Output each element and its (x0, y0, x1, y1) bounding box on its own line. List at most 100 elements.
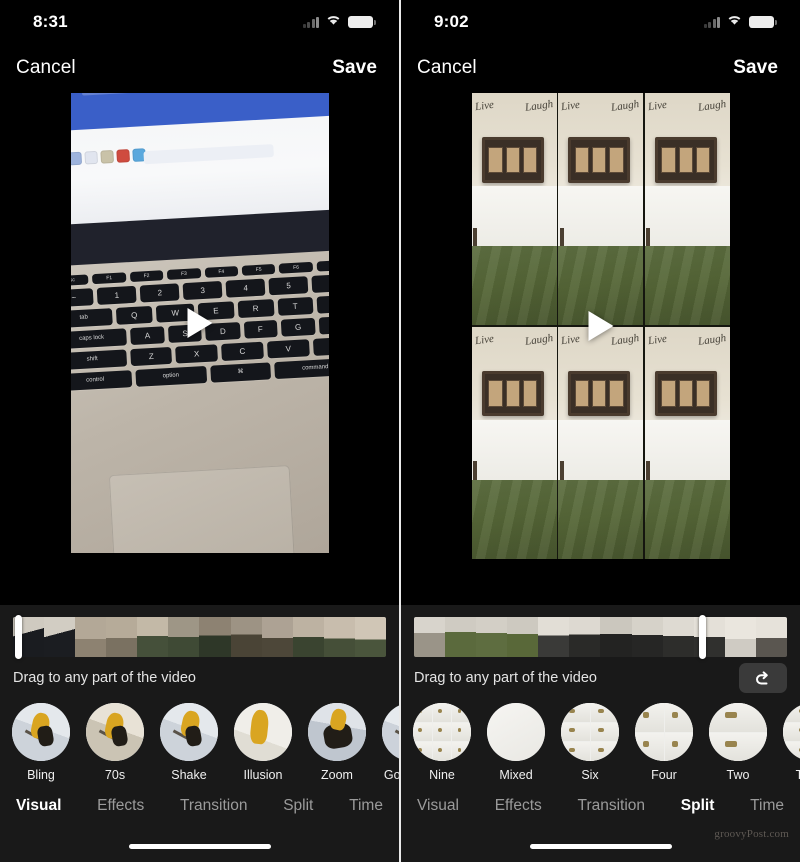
filter-thumbnail (382, 703, 399, 761)
status-time: 9:02 (434, 12, 469, 31)
home-indicator-area-left (0, 830, 399, 862)
filter-label: Two (726, 768, 750, 782)
filter-label: 70s (104, 768, 126, 782)
filter-item[interactable]: 70s (84, 703, 146, 782)
video-frame[interactable]: escF1F2F3F4F5F6F7 ~123456 tabQWERTY caps… (70, 93, 329, 553)
filter-item[interactable]: Illusion (232, 703, 294, 782)
filter-item[interactable]: Gold Pow (380, 703, 399, 782)
filter-thumbnail (160, 703, 218, 761)
status-icons (703, 13, 777, 31)
nav-bar-left: Cancel Save (0, 44, 399, 92)
play-triangle-icon[interactable] (187, 308, 212, 338)
filter-label: Zoom (321, 768, 353, 782)
filter-label: Shake (171, 768, 207, 782)
filmstrip[interactable] (13, 617, 386, 657)
editor-tab-bar-left[interactable]: Visual Effects Transition Split Time (0, 782, 399, 830)
dual-screenshot-stage: 8:31 Cancel Save esc F1 F2 F3 F4 F5 F6 ~… (0, 0, 800, 862)
tab-visual[interactable]: Visual (417, 797, 459, 815)
filter-thumbnail (783, 703, 800, 761)
timeline-playhead[interactable] (699, 615, 706, 659)
battery-full-icon (348, 16, 376, 28)
save-button[interactable]: Save (332, 57, 377, 79)
split-cell: Live Laugh (558, 326, 643, 559)
timeline-playhead[interactable] (15, 615, 22, 659)
filter-item[interactable]: Bling (10, 703, 72, 782)
filter-thumbnail (487, 703, 545, 761)
cancel-button[interactable]: Cancel (16, 57, 76, 79)
filter-item[interactable]: Zoom (306, 703, 368, 782)
filter-thumbnail (12, 703, 70, 761)
home-indicator[interactable] (128, 843, 271, 849)
tab-split[interactable]: Split (283, 797, 313, 815)
filter-thumbnail (308, 703, 366, 761)
tab-transition[interactable]: Transition (578, 797, 645, 815)
split-cell: Live Laugh (644, 93, 730, 326)
watermark: groovyPost.com (714, 828, 789, 840)
cancel-button[interactable]: Cancel (417, 57, 477, 79)
video-timeline[interactable] (13, 615, 386, 659)
home-indicator[interactable] (529, 843, 672, 849)
filter-item[interactable]: Mixed (485, 703, 547, 782)
filter-item[interactable]: Shake (158, 703, 220, 782)
split-cell: Live Laugh (471, 93, 557, 326)
tab-effects[interactable]: Effects (97, 797, 144, 815)
tab-effects[interactable]: Effects (495, 797, 542, 815)
video-preview-area-right[interactable]: Live Laugh Live Laugh Live Laugh Live Laugh … (401, 92, 800, 605)
status-bar-right: 9:02 (401, 0, 800, 44)
filter-thumbnail (709, 703, 767, 761)
split-cell: Live Laugh (644, 326, 730, 559)
filter-label: Illusion (243, 768, 283, 782)
filter-label: Gold Pow (383, 768, 399, 782)
filter-label: Three (795, 768, 800, 782)
wifi-icon (325, 13, 342, 31)
filter-item[interactable]: Six (559, 703, 621, 782)
cellular-signal-icon (302, 16, 319, 28)
filter-label: Six (581, 768, 599, 782)
filter-label: Nine (429, 768, 455, 782)
video-timeline[interactable] (414, 615, 787, 659)
editor-tray-left: Drag to any part of the video Bling 70s … (0, 605, 399, 862)
filter-thumbnail (86, 703, 144, 761)
undo-arrow-icon (754, 670, 773, 687)
filmstrip[interactable] (414, 617, 787, 657)
filter-carousel-right[interactable]: Nine Mixed Six Four Two T (401, 699, 800, 782)
split-cell: Live Laugh (558, 93, 643, 326)
tab-visual[interactable]: Visual (16, 797, 61, 815)
tab-time[interactable]: Time (349, 797, 383, 815)
editor-tray-right: Drag to any part of the video Nine Mixed… (401, 605, 800, 862)
drag-hint-label: Drag to any part of the video (13, 670, 196, 686)
cellular-signal-icon (703, 16, 720, 28)
video-preview-area-left[interactable]: escF1F2F3F4F5F6F7 ~123456 tabQWERTY caps… (0, 92, 399, 605)
play-triangle-icon[interactable] (588, 311, 613, 341)
editor-tab-bar-right[interactable]: Visual Effects Transition Split Time (401, 782, 800, 830)
status-bar-left: 8:31 (0, 0, 399, 44)
battery-full-icon (749, 16, 777, 28)
timeline-hint-row-right: Drag to any part of the video (414, 657, 787, 699)
tab-transition[interactable]: Transition (180, 797, 247, 815)
drag-hint-label: Drag to any part of the video (414, 670, 597, 686)
tab-time[interactable]: Time (750, 797, 784, 815)
filter-label: Bling (27, 768, 55, 782)
filter-thumbnail (635, 703, 693, 761)
filter-thumbnail (234, 703, 292, 761)
phone-screen-right: 9:02 Cancel Save Live Laugh Live Laugh L… (401, 0, 800, 862)
timeline-hint-row-left: Drag to any part of the video (13, 657, 386, 699)
nav-bar-right: Cancel Save (401, 44, 800, 92)
tab-split[interactable]: Split (681, 797, 715, 815)
filter-label: Four (651, 768, 677, 782)
save-button[interactable]: Save (733, 57, 778, 79)
split-cell: Live Laugh (471, 326, 557, 559)
filter-carousel-left[interactable]: Bling 70s Shake Illusion Zoom Go (0, 699, 399, 782)
filter-item[interactable]: Three (781, 703, 800, 782)
status-icons (302, 13, 376, 31)
filter-item[interactable]: Nine (411, 703, 473, 782)
video-frame[interactable]: Live Laugh Live Laugh Live Laugh Live Laugh … (471, 93, 730, 559)
filter-thumbnail (561, 703, 619, 761)
filter-label: Mixed (499, 768, 533, 782)
filter-item[interactable]: Two (707, 703, 769, 782)
wifi-icon (726, 13, 743, 31)
filter-item[interactable]: Four (633, 703, 695, 782)
undo-button[interactable] (739, 663, 787, 693)
filter-thumbnail (413, 703, 471, 761)
status-time: 8:31 (33, 12, 68, 31)
